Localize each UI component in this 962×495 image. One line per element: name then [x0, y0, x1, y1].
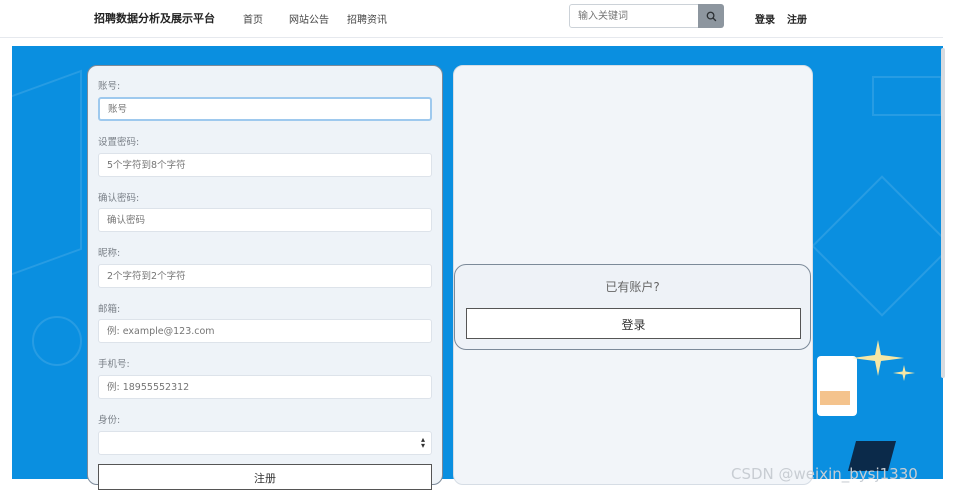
register-button[interactable]: 注册: [98, 464, 432, 490]
email-label: 邮箱:: [98, 304, 121, 315]
email-input[interactable]: [98, 319, 432, 343]
phone-input[interactable]: [98, 375, 432, 399]
register-form: 账号: 设置密码: 确认密码: 昵称: 邮箱: 手机号: 身份: ▴▾ 注册: [87, 65, 443, 490]
search-icon: [706, 11, 716, 21]
password-label: 设置密码:: [98, 137, 140, 148]
select-arrows-icon: ▴ ▾: [420, 435, 425, 450]
decor-shape: [872, 76, 942, 116]
confirm-password-input[interactable]: [98, 208, 432, 232]
decor-house: [811, 175, 943, 317]
top-navbar: 招聘数据分析及展示平台 首页 网站公告 招聘资讯 登录 注册: [0, 0, 962, 38]
role-label: 身份:: [98, 415, 121, 426]
password-input[interactable]: [98, 153, 432, 177]
sparkle-icon: [893, 365, 915, 381]
login-card: 已有账户? 登录: [454, 264, 811, 350]
search-input[interactable]: [569, 4, 699, 28]
page-margin: [943, 0, 962, 495]
watermark: CSDN @weixin_bysj1330: [731, 465, 918, 483]
top-login-link[interactable]: 登录: [755, 11, 775, 26]
account-input[interactable]: [98, 97, 432, 121]
nav-recruitment-news[interactable]: 招聘资讯: [347, 11, 387, 26]
role-select[interactable]: ▴ ▾: [98, 431, 432, 455]
site-title[interactable]: 招聘数据分析及展示平台: [94, 10, 215, 26]
nickname-input[interactable]: [98, 264, 432, 288]
phone-label: 手机号:: [98, 359, 130, 370]
confirm-password-label: 确认密码:: [98, 193, 140, 204]
decor-shape: [12, 69, 82, 283]
search-button[interactable]: [698, 4, 724, 28]
nickname-label: 昵称:: [98, 248, 121, 259]
top-register-link[interactable]: 注册: [787, 11, 807, 26]
login-prompt: 已有账户?: [605, 280, 660, 294]
account-label: 账号:: [98, 81, 121, 92]
decor-gear: [32, 316, 82, 366]
scrollbar[interactable]: [941, 48, 945, 378]
nav-home[interactable]: 首页: [243, 11, 263, 26]
illustration-hand: [820, 391, 850, 405]
nav-announcements[interactable]: 网站公告: [289, 11, 329, 26]
login-button[interactable]: 登录: [466, 308, 801, 339]
